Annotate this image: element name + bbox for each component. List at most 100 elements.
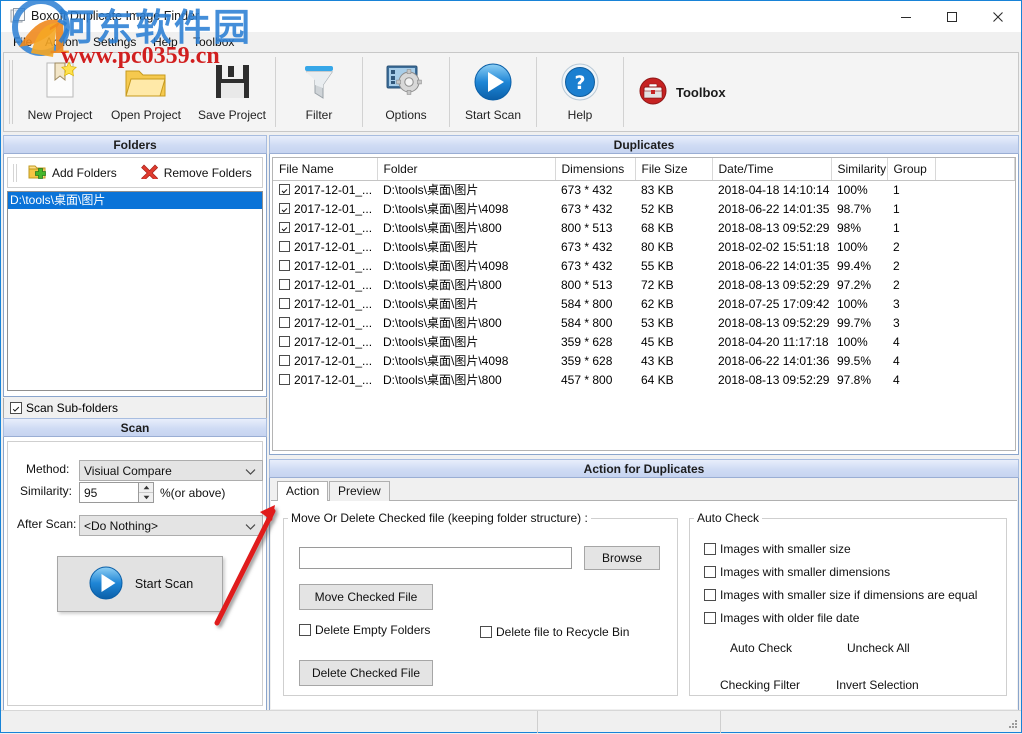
method-select[interactable]: Visiual Compare bbox=[79, 460, 263, 481]
cell-file-name[interactable]: 2017-12-01_... bbox=[273, 313, 377, 332]
scan-subfolders-checkbox[interactable] bbox=[10, 402, 22, 414]
delete-empty-folders-checkbox[interactable] bbox=[299, 624, 311, 636]
row-checkbox[interactable] bbox=[279, 355, 290, 366]
cell-file-name[interactable]: 2017-12-01_... bbox=[273, 237, 377, 256]
add-folder-icon bbox=[28, 163, 47, 183]
smaller-size-checkbox[interactable] bbox=[704, 543, 716, 555]
table-row[interactable]: 2017-12-01_... D:\tools\桌面\图片\800 800 * … bbox=[273, 275, 1015, 294]
row-checkbox[interactable] bbox=[279, 222, 290, 233]
row-checkbox[interactable] bbox=[279, 317, 290, 328]
smaller-size-equal-dims-checkbox[interactable] bbox=[704, 589, 716, 601]
menu-item-toolbox[interactable]: Toolbox bbox=[187, 34, 240, 50]
maximize-button[interactable] bbox=[929, 1, 975, 32]
cell-file-name[interactable]: 2017-12-01_... bbox=[273, 256, 377, 275]
table-row[interactable]: 2017-12-01_... D:\tools\桌面\图片\800 800 * … bbox=[273, 218, 1015, 237]
table-row[interactable]: 2017-12-01_... D:\tools\桌面\图片 673 * 432 … bbox=[273, 237, 1015, 256]
toolbar-options-button[interactable]: Options bbox=[363, 53, 449, 131]
minimize-button[interactable] bbox=[883, 1, 929, 32]
row-checkbox[interactable] bbox=[279, 241, 290, 252]
toolbar-help-button[interactable]: ? Help bbox=[537, 53, 623, 131]
row-checkbox[interactable] bbox=[279, 184, 290, 195]
cell-file-name[interactable]: 2017-12-01_... bbox=[273, 199, 377, 218]
destination-path-input[interactable] bbox=[299, 547, 572, 569]
move-checked-file-button[interactable]: Move Checked File bbox=[299, 584, 433, 610]
menu-item-file[interactable]: File bbox=[7, 34, 38, 50]
tab-preview[interactable]: Preview bbox=[329, 481, 390, 502]
close-button[interactable] bbox=[975, 1, 1021, 32]
cell-file-name[interactable]: 2017-12-01_... bbox=[273, 275, 377, 294]
table-row[interactable]: 2017-12-01_... D:\tools\桌面\图片 673 * 432 … bbox=[273, 180, 1015, 199]
toolbar-toolbox-label: Toolbox bbox=[676, 85, 726, 100]
row-checkbox[interactable] bbox=[279, 336, 290, 347]
table-row[interactable]: 2017-12-01_... D:\tools\桌面\图片\4098 673 *… bbox=[273, 199, 1015, 218]
column-header-group[interactable]: Group bbox=[887, 158, 935, 180]
table-row[interactable]: 2017-12-01_... D:\tools\桌面\图片\800 584 * … bbox=[273, 313, 1015, 332]
tab-action[interactable]: Action bbox=[277, 481, 328, 502]
invert-selection-link[interactable]: Invert Selection bbox=[836, 678, 919, 692]
toolbar-toolbox-button[interactable]: Toolbox bbox=[624, 53, 740, 131]
auto-check-option-smaller-size[interactable]: Images with smaller size bbox=[704, 542, 851, 556]
delete-empty-folders-row[interactable]: Delete Empty Folders bbox=[299, 623, 430, 637]
remove-folders-button[interactable]: Remove Folders bbox=[133, 160, 260, 186]
row-checkbox[interactable] bbox=[279, 260, 290, 271]
cell-file-name[interactable]: 2017-12-01_... bbox=[273, 180, 377, 199]
column-header-dimensions[interactable]: Dimensions bbox=[555, 158, 635, 180]
smaller-dimensions-checkbox[interactable] bbox=[704, 566, 716, 578]
menu-item-help[interactable]: Help bbox=[147, 34, 184, 50]
column-header-file-size[interactable]: File Size bbox=[635, 158, 712, 180]
after-scan-select[interactable]: <Do Nothing> bbox=[79, 515, 263, 536]
start-scan-button[interactable]: Start Scan bbox=[57, 556, 223, 612]
similarity-stepper[interactable] bbox=[139, 482, 154, 503]
older-date-checkbox[interactable] bbox=[704, 612, 716, 624]
toolbar-start-scan-button[interactable]: Start Scan bbox=[450, 53, 536, 131]
stepper-down-icon[interactable] bbox=[139, 493, 153, 502]
toolbar-open-project-button[interactable]: Open Project bbox=[103, 53, 189, 131]
menu-item-action[interactable]: Action bbox=[39, 34, 84, 50]
cell-folder: D:\tools\桌面\图片\4098 bbox=[377, 351, 555, 370]
browse-button[interactable]: Browse bbox=[584, 546, 660, 570]
row-checkbox[interactable] bbox=[279, 374, 290, 385]
auto-check-option-older-date[interactable]: Images with older file date bbox=[704, 611, 859, 625]
stepper-up-icon[interactable] bbox=[139, 483, 153, 493]
toolbar-new-project-button[interactable]: New Project bbox=[17, 53, 103, 131]
add-folders-button[interactable]: Add Folders bbox=[20, 160, 125, 186]
start-scan-label: Start Scan bbox=[135, 577, 193, 591]
toolbar-save-project-button[interactable]: Save Project bbox=[189, 53, 275, 131]
cell-file-name[interactable]: 2017-12-01_... bbox=[273, 351, 377, 370]
toolbar-grip[interactable] bbox=[7, 58, 15, 126]
table-row[interactable]: 2017-12-01_... D:\tools\桌面\图片\4098 359 *… bbox=[273, 351, 1015, 370]
cell-file-name[interactable]: 2017-12-01_... bbox=[273, 370, 377, 389]
duplicates-grid[interactable]: File Name Folder Dimensions File Size Da… bbox=[272, 157, 1016, 451]
delete-to-recycle-row[interactable]: Delete file to Recycle Bin bbox=[480, 625, 629, 639]
delete-to-recycle-checkbox[interactable] bbox=[480, 626, 492, 638]
folder-list-item[interactable]: D:\tools\桌面\图片 bbox=[8, 192, 262, 209]
menu-item-settings[interactable]: Settings bbox=[87, 34, 142, 50]
delete-checked-file-button[interactable]: Delete Checked File bbox=[299, 660, 433, 686]
column-header-date-time[interactable]: Date/Time bbox=[712, 158, 831, 180]
row-checkbox[interactable] bbox=[279, 203, 290, 214]
auto-check-option-smaller-dimensions[interactable]: Images with smaller dimensions bbox=[704, 565, 890, 579]
row-checkbox[interactable] bbox=[279, 298, 290, 309]
cell-similarity: 100% bbox=[831, 332, 887, 351]
resize-grip-icon[interactable] bbox=[1007, 718, 1019, 730]
cell-file-name[interactable]: 2017-12-01_... bbox=[273, 332, 377, 351]
table-row[interactable]: 2017-12-01_... D:\tools\桌面\图片 359 * 628 … bbox=[273, 332, 1015, 351]
uncheck-all-link[interactable]: Uncheck All bbox=[847, 641, 910, 655]
cell-file-name[interactable]: 2017-12-01_... bbox=[273, 218, 377, 237]
folders-toolbar-grip[interactable] bbox=[11, 162, 20, 184]
toolbar-filter-button[interactable]: Filter bbox=[276, 53, 362, 131]
row-checkbox[interactable] bbox=[279, 279, 290, 290]
column-header-folder[interactable]: Folder bbox=[377, 158, 555, 180]
table-row[interactable]: 2017-12-01_... D:\tools\桌面\图片\4098 673 *… bbox=[273, 256, 1015, 275]
auto-check-option-smaller-size-equal-dims[interactable]: Images with smaller size if dimensions a… bbox=[704, 588, 977, 602]
cell-file-name[interactable]: 2017-12-01_... bbox=[273, 294, 377, 313]
column-header-similarity[interactable]: Similarity bbox=[831, 158, 887, 180]
similarity-input[interactable]: 95 bbox=[79, 482, 139, 503]
auto-check-link[interactable]: Auto Check bbox=[730, 641, 792, 655]
table-row[interactable]: 2017-12-01_... D:\tools\桌面\图片\800 457 * … bbox=[273, 370, 1015, 389]
checking-filter-link[interactable]: Checking Filter bbox=[720, 678, 800, 692]
folders-list[interactable]: D:\tools\桌面\图片 bbox=[7, 191, 263, 391]
column-header-file-name[interactable]: File Name bbox=[273, 158, 377, 180]
older-date-label: Images with older file date bbox=[720, 611, 859, 625]
table-row[interactable]: 2017-12-01_... D:\tools\桌面\图片 584 * 800 … bbox=[273, 294, 1015, 313]
